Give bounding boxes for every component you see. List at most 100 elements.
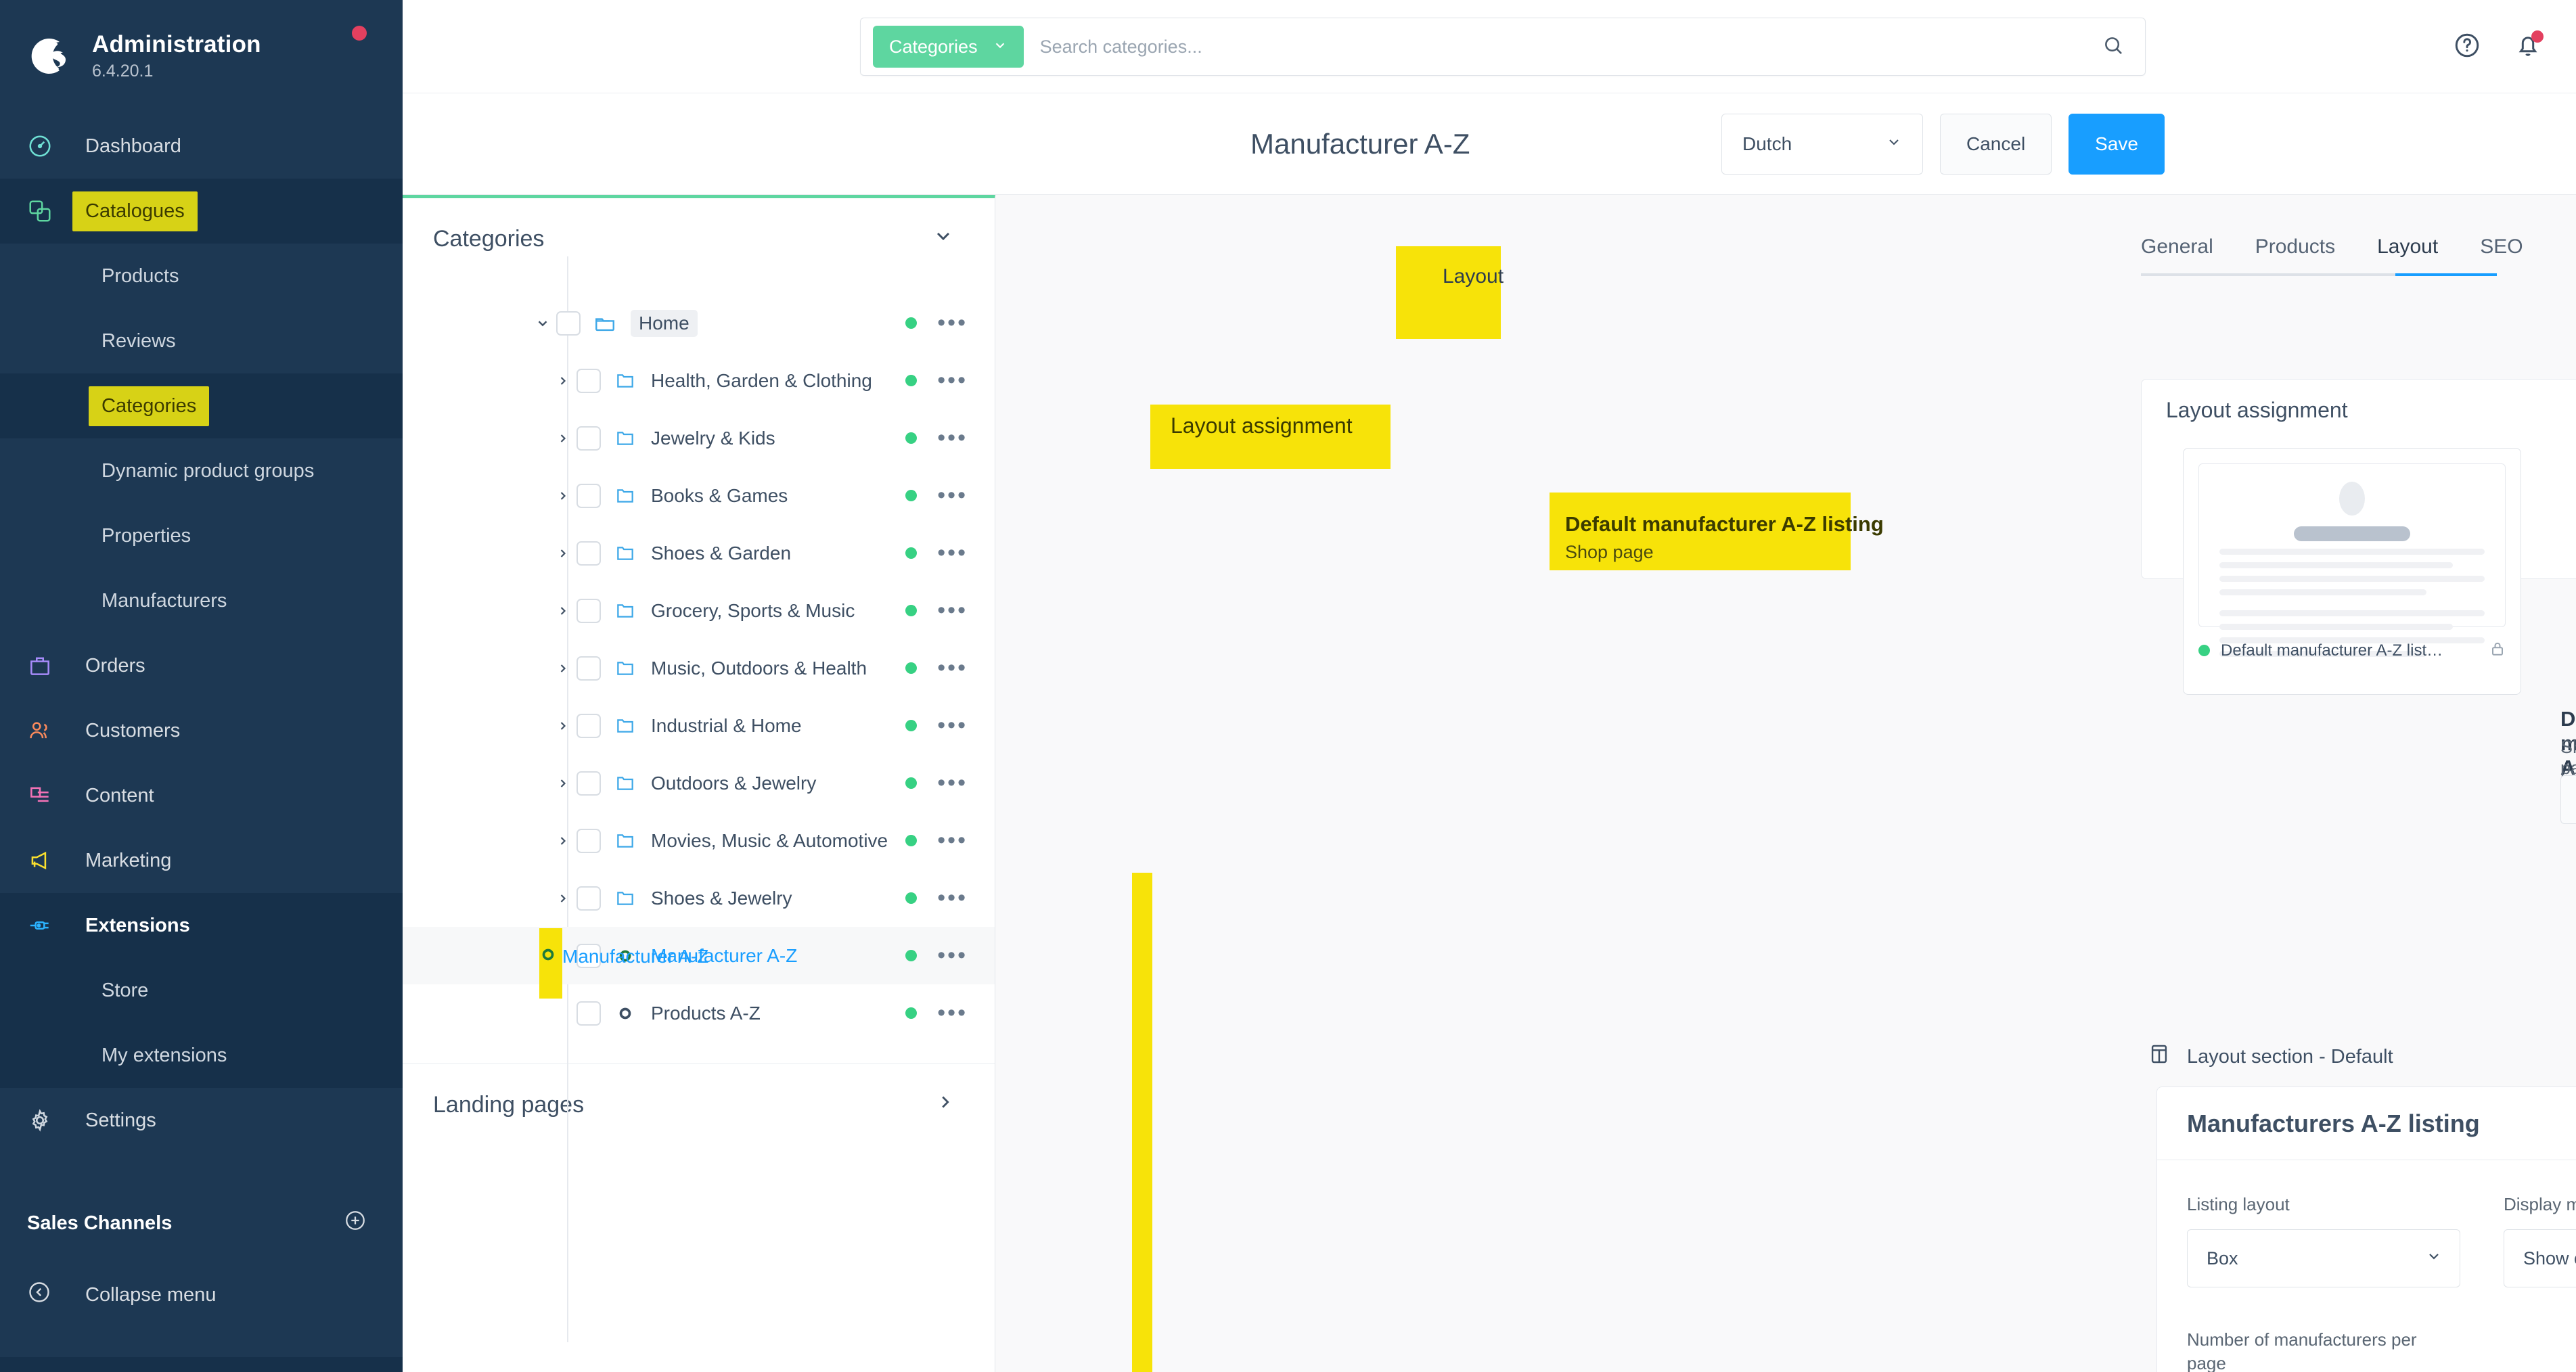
tree-item-label: Shoes & Garden	[651, 542, 792, 564]
add-sales-channel-icon[interactable]	[344, 1209, 367, 1237]
cancel-button[interactable]: Cancel	[1940, 113, 2052, 175]
chevron-right-icon[interactable]	[935, 1092, 955, 1118]
context-menu-icon[interactable]: •••	[937, 771, 968, 794]
sidebar-item-orders[interactable]: Orders	[0, 633, 403, 698]
context-menu-icon[interactable]: •••	[937, 886, 968, 909]
question-circle-icon[interactable]	[2453, 31, 2481, 63]
tab-general[interactable]: General	[2141, 235, 2213, 276]
chevron-right-icon[interactable]	[549, 432, 577, 445]
landing-pages-section[interactable]: Landing pages	[403, 1064, 995, 1145]
chevron-right-icon[interactable]	[549, 777, 577, 790]
chevron-right-icon[interactable]	[549, 834, 577, 848]
chevron-down-icon[interactable]	[932, 225, 954, 253]
tab-layout[interactable]: Layout	[2377, 235, 2438, 276]
chevron-down-icon	[2426, 1248, 2442, 1269]
table-row[interactable]: Music, Outdoors & Health •••	[403, 639, 995, 697]
context-menu-icon[interactable]: •••	[937, 484, 968, 507]
chevron-down-icon[interactable]	[529, 316, 556, 331]
sidebar-item-my-extensions[interactable]: My extensions	[0, 1023, 403, 1088]
preview-line	[2219, 562, 2453, 568]
bell-icon[interactable]	[2514, 30, 2544, 63]
tab-products[interactable]: Products	[2255, 235, 2335, 276]
preview-line	[2219, 589, 2426, 595]
context-menu-icon[interactable]: •••	[937, 944, 968, 967]
search-icon[interactable]	[2102, 34, 2125, 60]
chevron-right-icon[interactable]	[549, 604, 577, 618]
row-checkbox[interactable]	[556, 311, 581, 336]
row-checkbox[interactable]	[577, 368, 601, 393]
table-row[interactable]: Home •••	[403, 294, 995, 352]
sidebar-item-dashboard[interactable]: Dashboard	[0, 114, 403, 179]
tree-item-products-a-z[interactable]: Products A-Z •••	[403, 984, 995, 1042]
save-button[interactable]: Save	[2069, 113, 2165, 175]
row-checkbox[interactable]	[577, 541, 601, 566]
category-tree-panel: Categories Home ••• Health, Garden & Clo…	[403, 195, 995, 1372]
layout-preview-tile[interactable]: Default manufacturer A-Z list…	[2183, 448, 2521, 695]
context-menu-icon[interactable]: •••	[937, 599, 968, 622]
row-checkbox[interactable]	[577, 598, 601, 623]
collapse-menu-button[interactable]: Collapse menu	[0, 1262, 403, 1327]
row-checkbox[interactable]	[577, 1001, 601, 1026]
context-menu-icon[interactable]: •••	[937, 1001, 968, 1024]
search-type-selector[interactable]: Categories	[873, 26, 1024, 68]
context-menu-icon[interactable]: •••	[937, 311, 968, 334]
row-checkbox[interactable]	[577, 713, 601, 738]
sidebar-item-properties[interactable]: Properties	[0, 503, 403, 568]
table-row[interactable]: Movies, Music & Automotive •••	[403, 812, 995, 869]
table-row[interactable]: Shoes & Garden •••	[403, 524, 995, 582]
table-row[interactable]: Industrial & Home •••	[403, 697, 995, 754]
sidebar-item-label: Dynamic product groups	[101, 459, 315, 482]
sidebar-item-dynamic-product-groups[interactable]: Dynamic product groups	[0, 438, 403, 503]
chevron-right-icon[interactable]	[549, 892, 577, 905]
table-row[interactable]: Health, Garden & Clothing •••	[403, 352, 995, 409]
sidebar-item-reviews[interactable]: Reviews	[0, 308, 403, 373]
change-layout-button[interactable]: Change layout	[2560, 775, 2576, 824]
table-row[interactable]: Grocery, Sports & Music •••	[403, 582, 995, 639]
row-checkbox[interactable]	[577, 483, 601, 508]
sidebar-item-manufacturers[interactable]: Manufacturers	[0, 568, 403, 633]
sidebar-item-marketing[interactable]: Marketing	[0, 828, 403, 893]
chevron-right-icon[interactable]	[549, 547, 577, 560]
search-input[interactable]	[1039, 36, 2102, 58]
sidebar-item-categories[interactable]: Categories	[0, 373, 403, 438]
display-manufacturer-select[interactable]: Show only manufacturers w…	[2504, 1229, 2576, 1287]
table-row[interactable]: Jewelry & Kids •••	[403, 409, 995, 467]
sidebar-item-settings[interactable]: Settings	[0, 1088, 403, 1153]
sidebar-item-content[interactable]: Content	[0, 763, 403, 828]
detail-tabs: General Products Layout SEO	[995, 195, 2576, 276]
table-row[interactable]: Books & Games •••	[403, 467, 995, 524]
language-select[interactable]: Dutch	[1721, 113, 1923, 175]
row-checkbox[interactable]	[577, 771, 601, 796]
chevron-right-icon[interactable]	[549, 489, 577, 503]
sidebar-item-label: Categories	[88, 386, 210, 426]
context-menu-icon[interactable]: •••	[937, 426, 968, 449]
chevron-right-icon[interactable]	[549, 719, 577, 733]
context-menu-icon[interactable]: •••	[937, 656, 968, 679]
chevron-right-icon[interactable]	[549, 374, 577, 388]
top-bar-icons	[2453, 0, 2544, 93]
page-header: Manufacturer A-Z Dutch Cancel Save	[403, 93, 2576, 195]
sidebar-item-customers[interactable]: Customers	[0, 698, 403, 763]
sidebar-item-products[interactable]: Products	[0, 244, 403, 308]
tab-seo[interactable]: SEO	[2480, 235, 2523, 276]
context-menu-icon[interactable]: •••	[937, 541, 968, 564]
context-menu-icon[interactable]: •••	[937, 829, 968, 852]
collapse-left-icon	[27, 1280, 65, 1310]
row-checkbox[interactable]	[577, 828, 601, 853]
row-checkbox[interactable]	[577, 426, 601, 451]
table-row[interactable]: Shoes & Jewelry •••	[403, 869, 995, 927]
sidebar-item-store[interactable]: Store	[0, 958, 403, 1023]
preview-line	[2219, 610, 2485, 616]
status-dot	[905, 662, 918, 674]
row-actions: •••	[905, 311, 968, 334]
context-menu-icon[interactable]: •••	[937, 369, 968, 392]
row-checkbox[interactable]	[577, 656, 601, 681]
table-row[interactable]: Outdoors & Jewelry •••	[403, 754, 995, 812]
folder-icon	[610, 773, 640, 794]
context-menu-icon[interactable]: •••	[937, 714, 968, 737]
row-checkbox[interactable]	[577, 886, 601, 911]
listing-layout-select[interactable]: Box	[2187, 1229, 2460, 1287]
sidebar-item-extensions[interactable]: Extensions	[0, 893, 403, 958]
chevron-right-icon[interactable]	[549, 662, 577, 675]
sidebar-item-catalogues[interactable]: Catalogues	[0, 179, 403, 244]
